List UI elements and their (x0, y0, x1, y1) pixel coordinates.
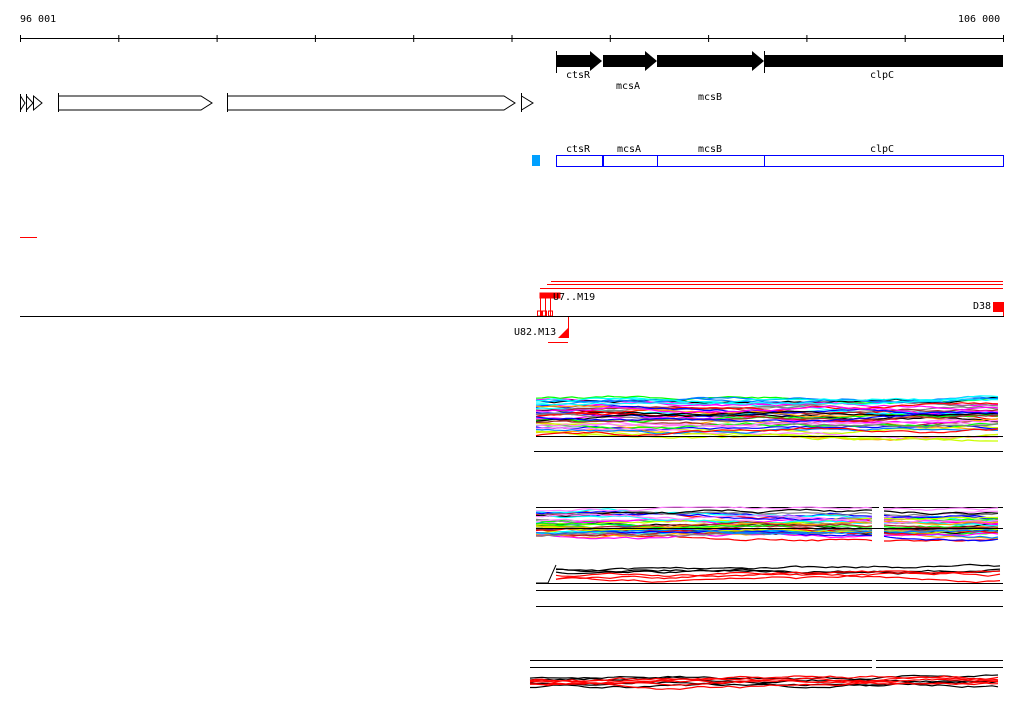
cyan-feature-box[interactable] (532, 155, 540, 166)
ruler-end-label: 106 000 (958, 14, 1001, 25)
marker-track (537, 281, 1004, 343)
gene-box-track (532, 155, 1004, 167)
marker-U82-M13[interactable] (558, 328, 568, 338)
marker-label-D38: D38 (973, 301, 992, 312)
gene-arrow[interactable] (58, 93, 213, 112)
gene-label-mcsA: mcsA (616, 81, 641, 92)
gene-arrow-clpC[interactable] (764, 55, 1003, 67)
gene-label-ctsR: ctsR (566, 70, 591, 81)
marker-label-overlap: U7..M19 (553, 292, 596, 303)
gene-arrow-ctsR[interactable] (556, 51, 602, 71)
gene-track-open-arrows (20, 93, 534, 112)
summary-trace-black (536, 564, 557, 584)
gene-box-mcsA[interactable] (603, 155, 658, 167)
coordinate-ruler (20, 35, 1004, 42)
gene-box-label-mcsB: mcsB (698, 144, 723, 155)
gene-label-mcsB: mcsB (698, 92, 723, 103)
gene-box-label-ctsR: ctsR (566, 144, 591, 155)
gene-box-label-clpC: clpC (870, 144, 895, 155)
small-gene-arrow[interactable] (521, 93, 534, 112)
gene-arrow[interactable] (227, 93, 516, 112)
gene-box-ctsR[interactable] (556, 155, 603, 167)
small-gene-arrow[interactable] (33, 94, 43, 112)
marker-D38[interactable] (993, 302, 1003, 312)
summary-trace-black (555, 563, 1001, 572)
gene-arrow-mcsA[interactable] (603, 51, 657, 71)
gene-track-filled-arrows (556, 51, 1003, 73)
gene-box-mcsB[interactable] (657, 155, 765, 167)
ruler-start-label: 96 001 (20, 14, 57, 25)
small-gene-arrow[interactable] (20, 94, 26, 112)
gene-box-label-mcsA: mcsA (617, 144, 642, 155)
gene-arrow-mcsB[interactable] (657, 51, 764, 71)
genome-browser-canvas (20, 35, 1004, 691)
gene-label-clpC: clpC (870, 70, 895, 81)
expression-plots (529, 395, 1003, 691)
gene-box-clpC[interactable] (764, 155, 1004, 167)
small-gene-arrow[interactable] (26, 94, 34, 112)
marker-label-U82-M13: U82.M13 (514, 327, 557, 338)
